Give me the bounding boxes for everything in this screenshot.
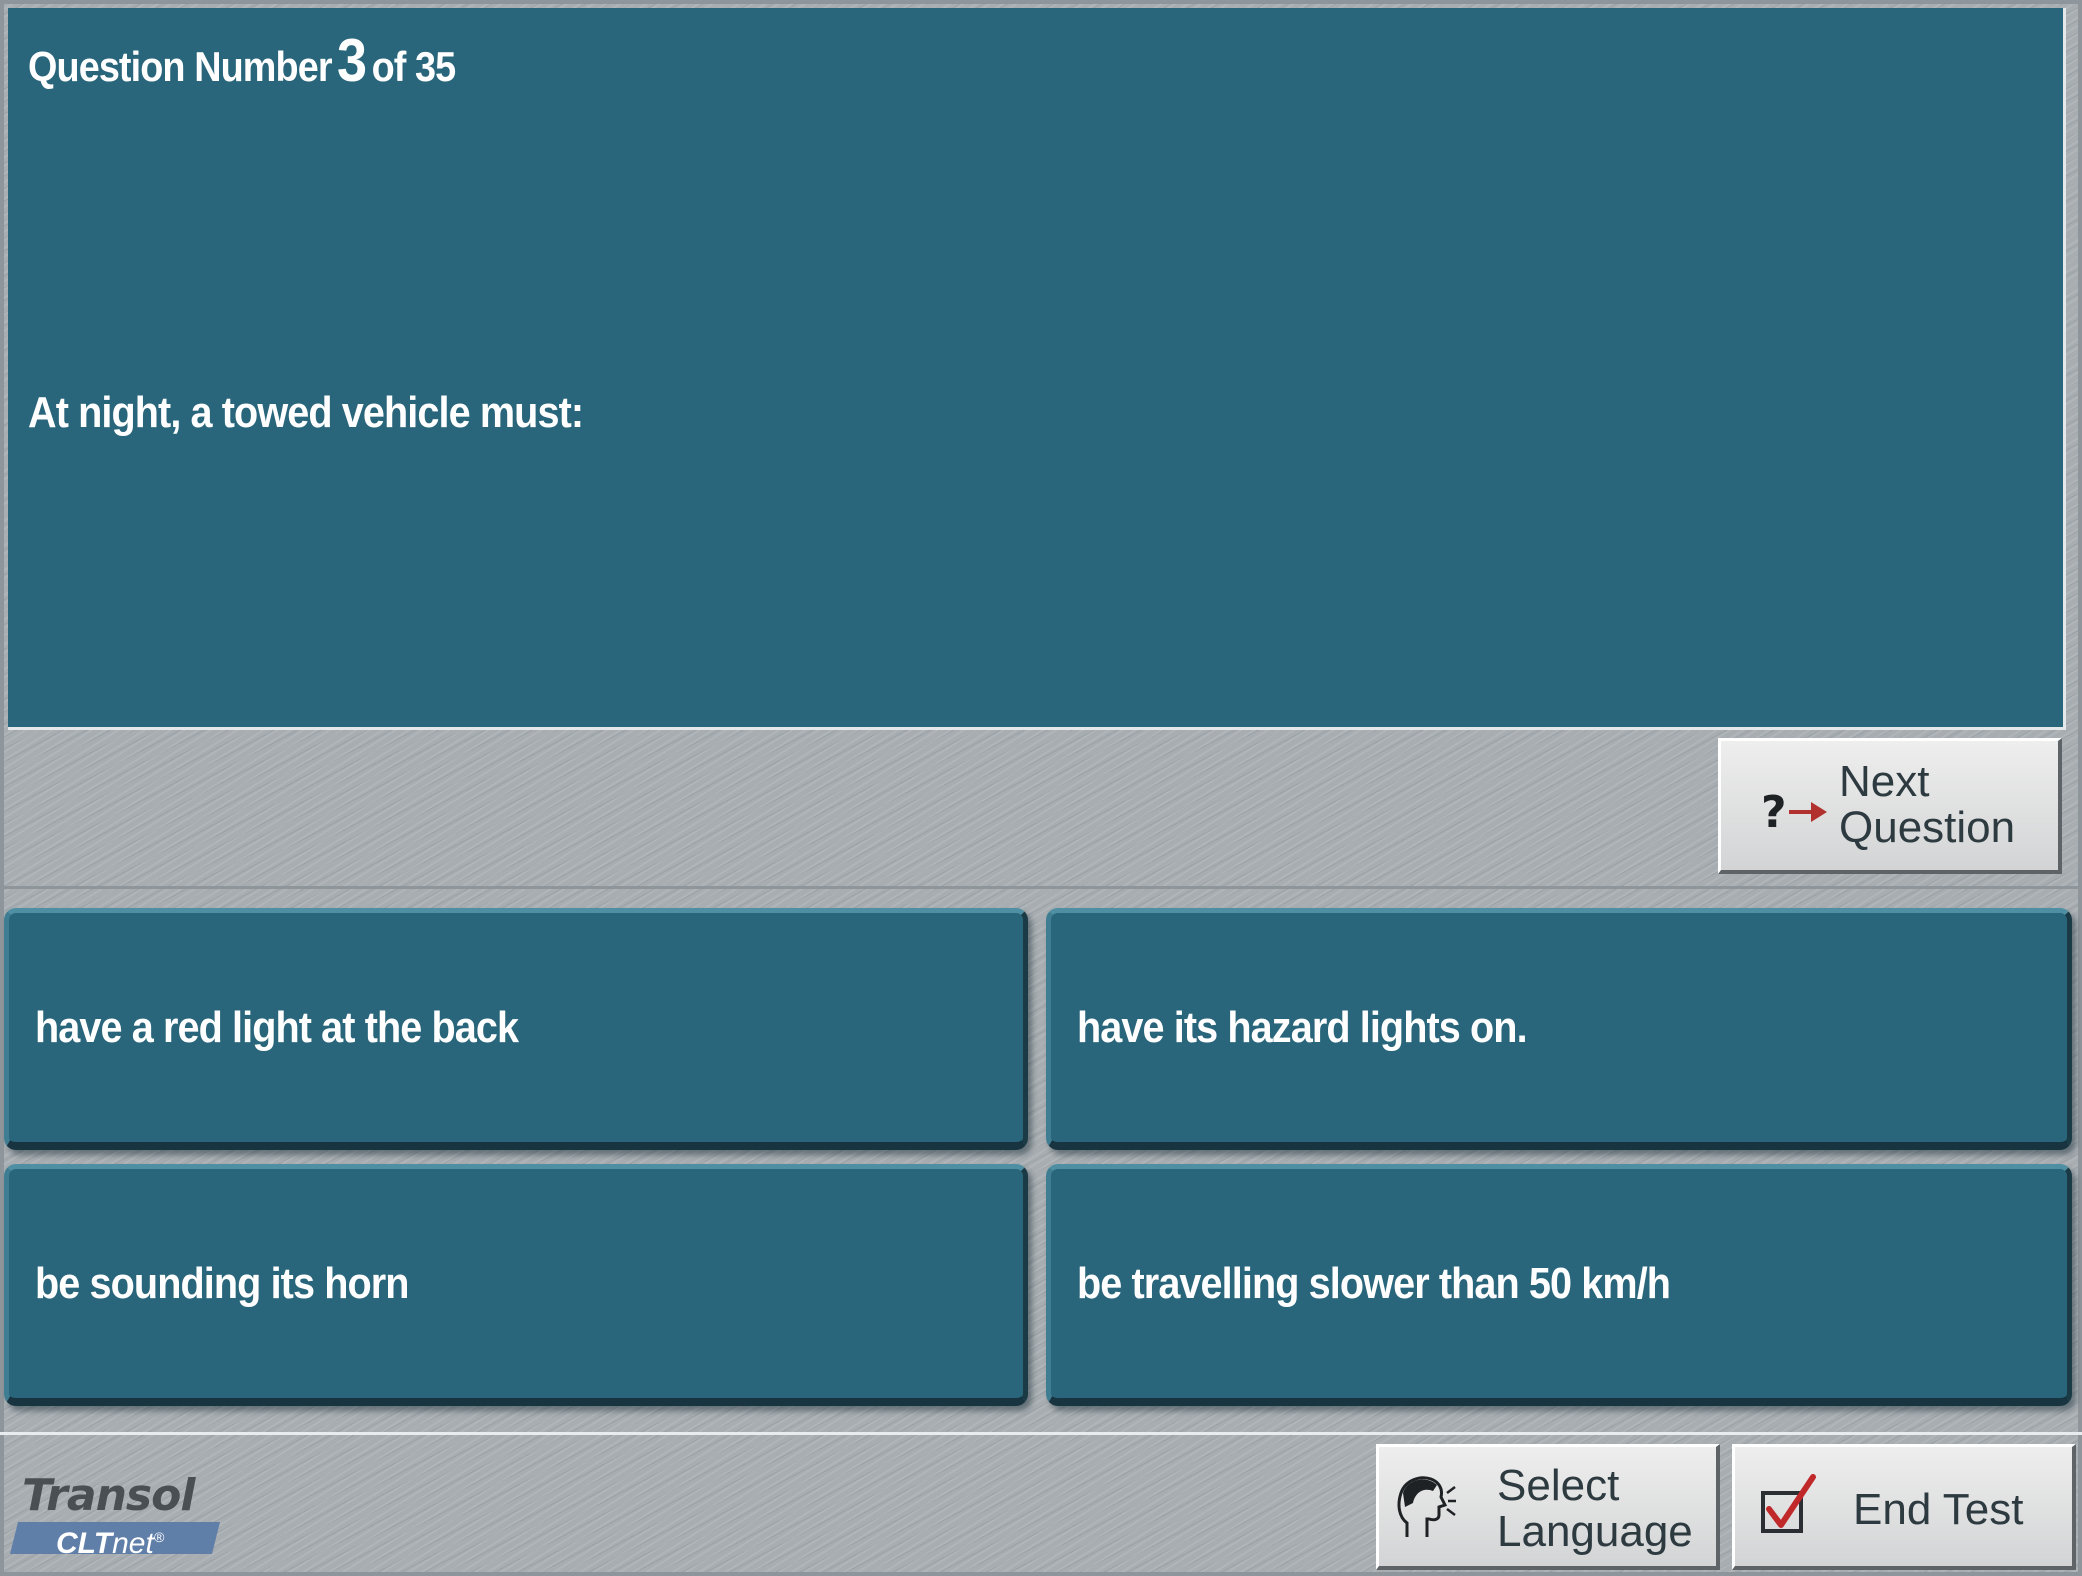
select-language-label: Select Language	[1497, 1461, 1693, 1556]
checkbox-check-icon	[1761, 1474, 1816, 1533]
question-number-value: 3	[337, 27, 367, 94]
answer-option-2[interactable]: have its hazard lights on.	[1046, 908, 2072, 1150]
answer-option-text: have a red light at the back	[35, 1002, 519, 1052]
answer-option-1[interactable]: have a red light at the back	[4, 908, 1028, 1150]
answer-option-text: be travelling slower than 50 km/h	[1077, 1258, 1671, 1308]
end-test-button[interactable]: End Test	[1732, 1444, 2076, 1570]
question-number: Question Number3 of 35	[28, 26, 457, 95]
question-number-prefix: Question Number	[28, 43, 333, 90]
end-test-label: End Test	[1853, 1485, 2024, 1534]
answer-option-3[interactable]: be sounding its horn	[4, 1164, 1028, 1406]
select-language-button[interactable]: Select Language	[1376, 1444, 1720, 1570]
answer-option-text: have its hazard lights on.	[1077, 1002, 1528, 1052]
question-number-total: of 35	[371, 43, 457, 90]
next-question-label: Next Question	[1839, 757, 2016, 852]
answer-option-text: be sounding its horn	[35, 1258, 409, 1308]
speaking-head-icon	[1397, 1476, 1456, 1537]
question-text: At night, a towed vehicle must:	[28, 388, 584, 437]
logo-brand: Transol	[22, 1470, 195, 1521]
question-arrow-icon: ?	[1761, 787, 1827, 835]
divider	[0, 886, 2082, 889]
logo-product: CLTnet®	[56, 1527, 165, 1560]
footer-divider	[0, 1432, 2082, 1435]
question-panel: Question Number3 of 35 At night, a towed …	[8, 8, 2066, 730]
transol-logo: Transol CLTnet®	[10, 1470, 234, 1560]
next-question-button[interactable]: ? Next Question	[1718, 738, 2062, 874]
svg-text:?: ?	[1761, 787, 1787, 835]
answer-option-4[interactable]: be travelling slower than 50 km/h	[1046, 1164, 2072, 1406]
